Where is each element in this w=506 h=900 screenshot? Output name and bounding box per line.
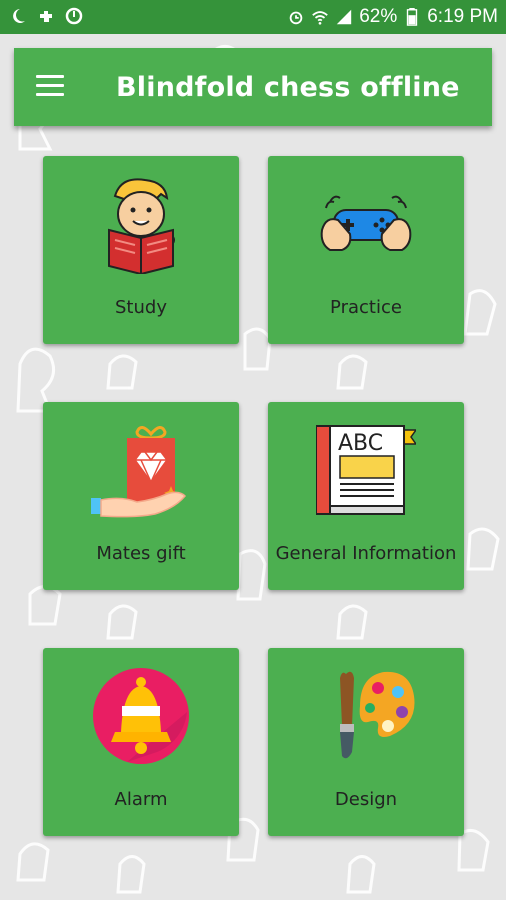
wifi-icon [312,11,328,25]
tile-mates-gift-label: Mates gift [96,543,186,564]
tile-general-information[interactable]: ABC General Information [268,402,464,590]
svg-text:ABC: ABC [338,431,383,456]
tile-study[interactable]: Study [43,156,239,344]
clock-time: 6:19 PM [427,6,498,27]
status-bar: 62% 6:19 PM [0,0,506,34]
tile-practice-label: Practice [330,297,402,318]
tile-alarm-label: Alarm [114,789,168,810]
app-title: Blindfold chess offline [116,72,460,103]
battery-icon [407,8,418,26]
bell-icon [93,668,189,764]
alarm-clock-icon [289,11,303,25]
sync-icon [65,7,83,25]
tile-general-information-label: General Information [275,543,457,564]
tile-practice[interactable]: Practice [268,156,464,344]
gift-diamond-icon [91,426,187,518]
tile-alarm[interactable]: Alarm [43,648,239,836]
hamburger-menu-icon[interactable] [36,75,64,97]
palette-icon [340,671,415,759]
tile-study-label: Study [115,297,167,318]
battery-percentage: 62% [359,6,398,27]
signal-icon [337,9,352,25]
tile-design[interactable]: Design [268,648,464,836]
moon-icon [13,9,25,23]
reading-boy-icon [108,178,175,274]
puzzle-icon [40,11,52,22]
gamepad-icon [320,195,412,251]
app-bar: Blindfold chess offline [14,48,492,126]
tile-design-label: Design [334,789,398,810]
abc-book-icon: ABC [316,425,416,515]
tile-mates-gift[interactable]: Mates gift [43,402,239,590]
